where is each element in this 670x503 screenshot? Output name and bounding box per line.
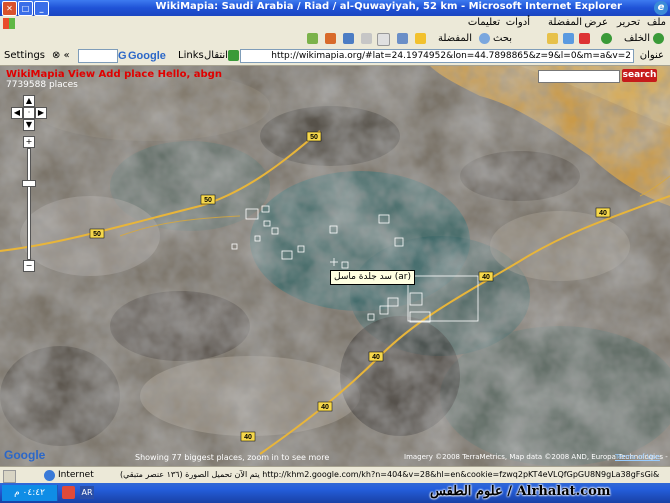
go-button[interactable]: انتقال [204,50,228,61]
places-shown-notice: Showing 77 biggest places, zoom in to se… [135,453,330,462]
zoom-in-icon[interactable]: + [23,136,35,148]
status-bar: Internet (١٣٦ عنصر متبقي) يتم الآن تحميل… [0,466,670,484]
menu-help[interactable]: تعليمات [468,17,500,28]
route-shield-40-e: 40 [240,431,256,442]
svg-text:50: 50 [204,197,212,204]
zoom-out-icon[interactable]: − [23,260,35,272]
places-count: 7739588 places [6,80,78,90]
svg-text:50: 50 [93,231,101,238]
watermark: علوم الطقس / Alrhalat.com [430,484,611,499]
close-button[interactable]: ✕ [2,1,17,16]
pan-down-icon[interactable]: ▼ [23,119,35,131]
svg-text:40: 40 [599,210,607,217]
wikimapia-search-input[interactable] [538,70,620,83]
ie-icon: e [654,1,668,15]
settings-menu[interactable]: Settings [4,50,45,61]
maximize-button[interactable]: □ [18,1,33,16]
go-arrow-icon[interactable] [228,50,239,61]
favorites-icon[interactable] [415,33,426,44]
satellite-map[interactable]: 50 50 50 40 40 40 40 40 [0,66,670,466]
print-icon[interactable] [361,33,372,44]
menu-view[interactable]: عرض [584,17,608,28]
svg-text:40: 40 [321,404,329,411]
svg-text:50: 50 [310,134,318,141]
close-toolbar-icon[interactable]: ⊗ « [52,50,70,61]
route-shield-50-b: 50 [200,194,216,205]
menu-file[interactable]: ملف [647,17,666,28]
toolbar: الخلف بحث المفضلة [0,31,670,48]
refresh-icon[interactable] [563,33,574,44]
menu-favorites[interactable]: المفضلة [548,17,582,28]
address-label: عنوان [639,50,664,61]
back-icon[interactable] [653,33,664,44]
window-title: WikiMapia: Saudi Arabia / Riad / al-Quwa… [155,1,622,12]
menu-tools[interactable]: أدوات [506,17,530,28]
home-icon[interactable] [547,33,558,44]
menu-bar: ملف تحرير عرض المفضلة أدوات تعليمات [0,16,670,32]
wikimapia-search-button[interactable]: search [622,69,657,82]
zoom-slider-handle[interactable] [22,180,36,187]
address-bar: Settings ⊗ « G Google Links انتقال http:… [0,47,670,66]
edit-icon[interactable] [343,33,354,44]
menu-edit[interactable]: تحرير [617,17,640,28]
google-g-icon[interactable]: G [118,50,127,62]
back-label[interactable]: الخلف [624,33,650,44]
clock[interactable]: ٠٤:٤٢ م [2,485,58,501]
security-zone: Internet [58,470,94,480]
title-bar: ✕ □ _ WikiMapia: Saudi Arabia / Riad / a… [0,0,670,16]
pan-right-icon[interactable]: ▶ [35,107,47,119]
internet-zone-icon [44,470,55,481]
place-tooltip: سد جلدة ماسل (ar) [330,270,415,285]
messenger-icon[interactable] [325,33,336,44]
terms-of-use-link[interactable]: Terms of Use [615,453,660,461]
mail-icon[interactable] [377,33,390,46]
route-shield-50-c: 50 [89,228,105,239]
svg-text:40: 40 [372,354,380,361]
language-indicator[interactable]: AR [80,486,94,499]
search-icon[interactable] [479,33,490,44]
status-text: (١٣٦ عنصر متبقي) يتم الآن تحميل الصورة h… [120,470,660,479]
minimize-button[interactable]: _ [34,1,49,16]
google-toolbar-search-input[interactable] [78,49,118,63]
google-toolbar-logo[interactable]: Google [128,50,166,62]
links-button[interactable]: Links [178,50,204,61]
favorites-label[interactable]: المفضلة [438,33,472,44]
route-shield-40-c: 40 [368,351,384,362]
route-shield-40-b: 40 [478,271,494,282]
route-shield-40-a: 40 [595,207,611,218]
forward-icon[interactable] [601,33,612,44]
route-shield-50-a: 50 [306,131,322,142]
pan-left-icon[interactable]: ◀ [11,107,23,119]
satellite-imagery: 50 50 50 40 40 40 40 40 [0,66,670,466]
wikimapia-nav[interactable]: WikiMapia View Add place Hello, abgn [6,69,222,80]
taskbar: ٠٤:٤٢ م AR علوم الطقس / Alrhalat.com [0,483,670,503]
tray-icon[interactable] [62,486,75,499]
status-resize-icon [3,470,16,483]
pan-center-icon[interactable]: · [23,107,35,119]
svg-text:40: 40 [244,434,252,441]
pan-up-icon[interactable]: ▲ [23,95,35,107]
research-icon[interactable] [307,33,318,44]
zoom-slider-track[interactable] [27,148,31,260]
stop-icon[interactable] [579,33,590,44]
search-label[interactable]: بحث [493,33,512,44]
address-input[interactable]: http://wikimapia.org/#lat=24.1974952&lon… [240,49,634,63]
route-shield-40-d: 40 [317,401,333,412]
history-icon[interactable] [397,33,408,44]
svg-text:40: 40 [482,274,490,281]
google-map-logo: Google [4,448,46,462]
windows-logo-icon [3,18,15,29]
